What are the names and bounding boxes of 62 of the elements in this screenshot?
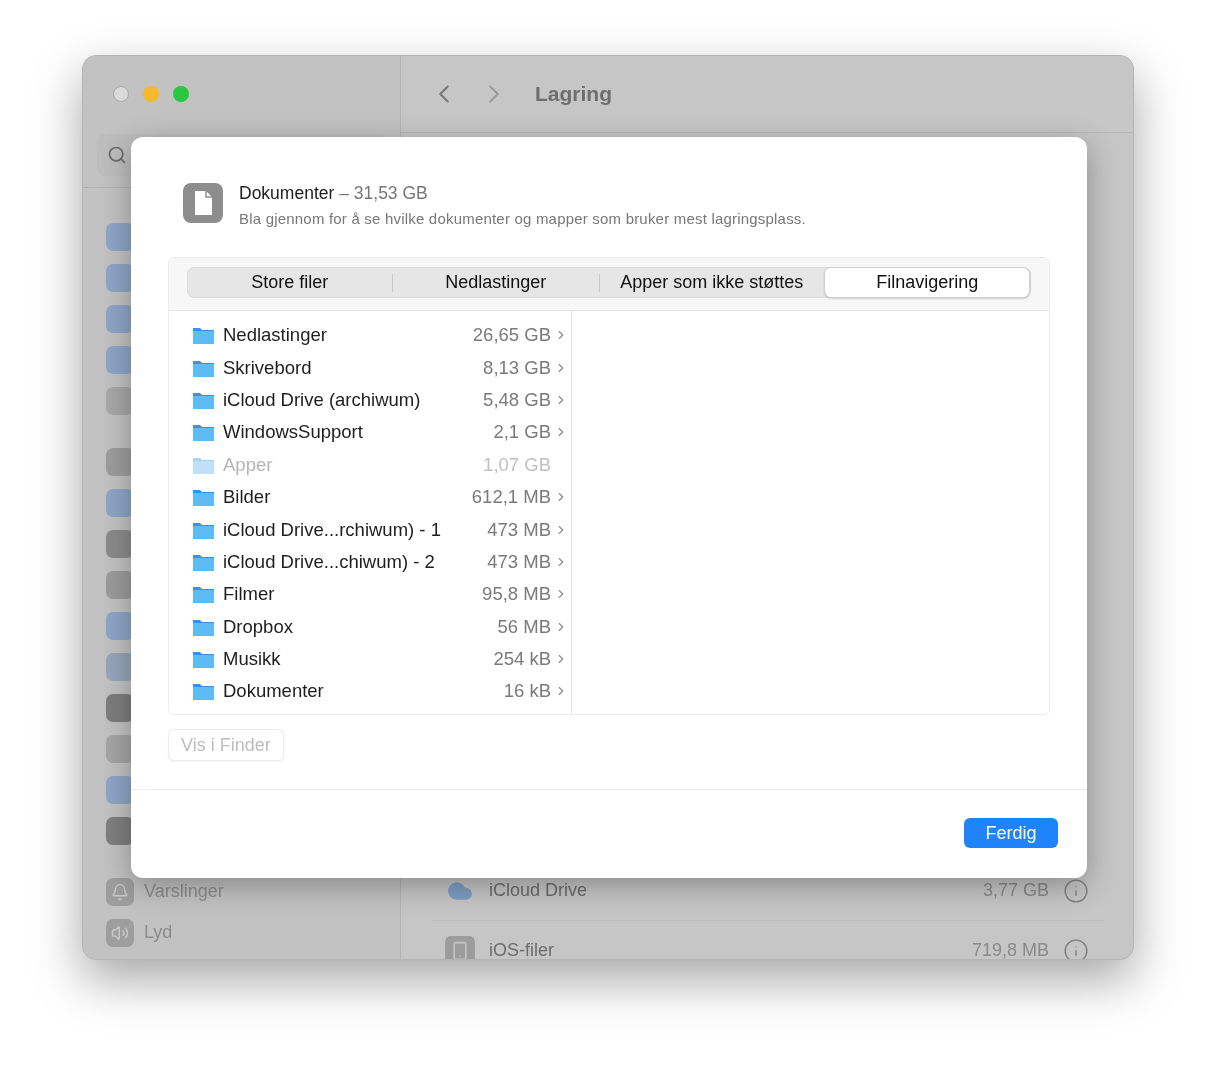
app-icon[interactable] (106, 611, 134, 640)
folder-name[interactable]: Musikk (223, 648, 488, 671)
folder-size: 5,48 GB (483, 388, 551, 411)
bell-icon (106, 877, 134, 906)
storage-name: iCloud Drive (489, 880, 589, 901)
close-button[interactable] (113, 86, 129, 102)
info-icon[interactable] (1063, 877, 1089, 904)
folder-icon (192, 422, 215, 443)
app-icon[interactable] (106, 345, 134, 374)
search-icon (107, 145, 127, 165)
app-icon[interactable] (106, 734, 134, 763)
folder-size: 56 MB (497, 615, 551, 638)
folder-size: 1,07 GB (483, 453, 551, 476)
folder-icon (192, 487, 215, 508)
window-title: Lagring (535, 82, 612, 106)
folder-name[interactable]: Dokumenter (223, 680, 498, 703)
tab[interactable]: Nedlastinger (392, 267, 600, 298)
dialog-description: Bla gjennom for å se hvilke dokumenter og mapper som bruker mest lagringsplass. (239, 210, 806, 227)
storage-size: 719,8 MB (971, 940, 1049, 959)
folder-size: 254 kB (493, 648, 551, 671)
folder-size: 473 MB (487, 550, 551, 573)
app-icon[interactable] (106, 263, 134, 292)
folder-name[interactable]: Skrivebord (223, 356, 478, 379)
folder-icon (192, 325, 215, 346)
done-button[interactable]: Ferdig (964, 818, 1058, 848)
folder-icon (192, 584, 215, 605)
app-icon[interactable] (106, 775, 134, 804)
storage-name: iOS-filer (489, 940, 555, 959)
dialog-title: Dokumenter – 31,53 GB (239, 183, 429, 204)
tab[interactable]: Apper som ikke støttes (600, 267, 824, 298)
app-icon[interactable] (106, 222, 134, 251)
folder-name[interactable]: Dropbox (223, 615, 492, 638)
tab[interactable]: Filnavigering (824, 267, 1030, 298)
app-icon[interactable] (106, 386, 134, 415)
app-icon[interactable] (106, 652, 134, 681)
folder-size: 8,13 GB (483, 356, 551, 379)
folder-icon (192, 681, 215, 702)
speaker-icon (106, 918, 134, 947)
folder-name[interactable]: Bilder (223, 486, 466, 509)
folder-size: 473 MB (487, 518, 551, 541)
tab[interactable]: Store filer (188, 267, 392, 298)
folder-name[interactable]: Filmer (223, 583, 477, 606)
folder-name[interactable]: iCloud Drive (archiwum) (223, 388, 478, 411)
folder-size: 2,1 GB (493, 421, 551, 444)
app-icon[interactable] (106, 304, 134, 333)
app-icon[interactable] (106, 693, 134, 722)
app-icon[interactable] (106, 816, 134, 845)
folder-size: 26,65 GB (472, 324, 551, 347)
info-icon[interactable] (1063, 937, 1089, 959)
app-icon[interactable] (106, 447, 134, 476)
app-icon[interactable] (106, 488, 134, 517)
folder-icon (192, 649, 215, 670)
folder-size: 16 kB (503, 680, 551, 703)
app-icon[interactable] (106, 529, 134, 558)
folder-name[interactable]: Nedlastinger (223, 324, 467, 347)
document-icon (183, 183, 223, 223)
folder-name[interactable]: WindowsSupport (223, 421, 488, 444)
folder-size: 95,8 MB (482, 583, 551, 606)
app-icon[interactable] (106, 570, 134, 599)
folder-size: 612,1 MB (471, 486, 551, 509)
folder-name[interactable]: iCloud Drive...chiwum) - 2 (223, 550, 482, 573)
folder-name[interactable]: iCloud Drive...rchiwum) - 1 (223, 518, 482, 541)
